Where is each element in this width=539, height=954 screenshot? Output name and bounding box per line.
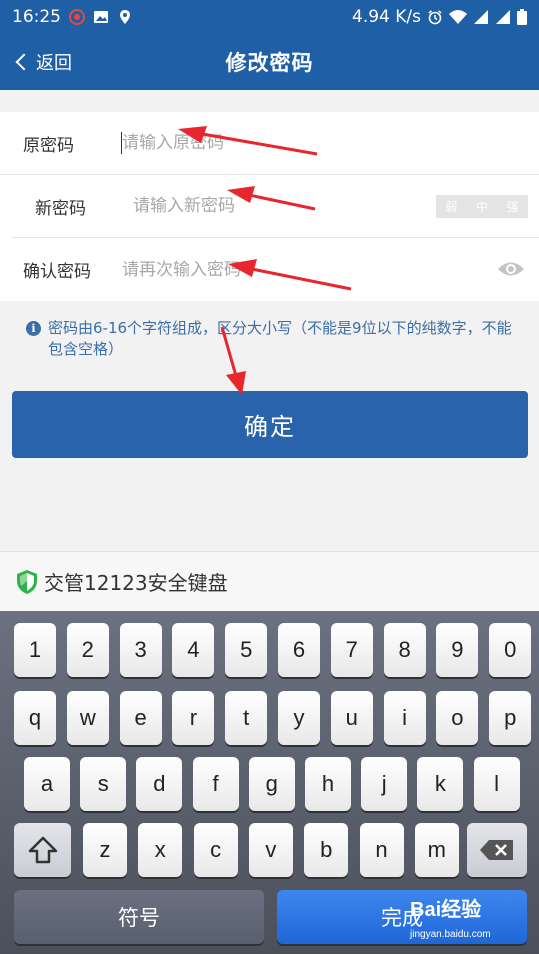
- app-notification-icon: [69, 9, 85, 25]
- info-icon: i: [26, 321, 41, 336]
- key-b[interactable]: b: [304, 823, 349, 877]
- key-m[interactable]: m: [414, 823, 459, 877]
- backspace-icon: [480, 840, 513, 860]
- key-u[interactable]: u: [330, 691, 373, 745]
- keyboard-title: 交管12123安全键盘: [44, 571, 228, 595]
- key-q[interactable]: q: [14, 691, 56, 745]
- keyboard-header: 交管12123安全键盘: [0, 551, 539, 611]
- image-icon: [94, 11, 108, 23]
- key-3[interactable]: 3: [119, 623, 162, 677]
- key-v[interactable]: v: [248, 823, 293, 877]
- backspace-key[interactable]: [467, 823, 527, 877]
- key-x[interactable]: x: [138, 823, 183, 877]
- key-s[interactable]: s: [80, 757, 127, 811]
- key-4[interactable]: 4: [172, 623, 215, 677]
- confirm-password-label: 确认密码: [23, 262, 91, 282]
- shield-icon: [17, 569, 37, 594]
- text-cursor: [121, 132, 122, 154]
- battery-icon: [517, 9, 527, 25]
- key-p[interactable]: p: [489, 691, 532, 745]
- key-1[interactable]: 1: [14, 623, 56, 677]
- key-j[interactable]: j: [361, 757, 408, 811]
- key-7[interactable]: 7: [330, 623, 373, 677]
- strength-weak: 弱: [445, 200, 458, 214]
- signal-icon: [474, 10, 488, 24]
- annotation-arrow-4: [220, 326, 246, 395]
- key-a[interactable]: a: [24, 757, 70, 811]
- annotation-arrow-2: [227, 186, 316, 211]
- key-h[interactable]: h: [305, 757, 351, 811]
- key-2[interactable]: 2: [66, 623, 109, 677]
- key-w[interactable]: w: [66, 691, 109, 745]
- secure-keyboard: 符号 完成 1234567890 qwertyuiop asdfghjkl zxcvb…: [0, 611, 539, 954]
- key-f[interactable]: f: [192, 757, 239, 811]
- key-0[interactable]: 0: [489, 623, 532, 677]
- key-o[interactable]: o: [436, 691, 479, 745]
- page-title: 修改密码: [225, 51, 314, 75]
- password-hint-text: 密码由6-16个字符组成，区分大小写（不能是9位以下的纯数字，不能包含空格）: [48, 319, 512, 358]
- nav-bar: 返回 修改密码: [0, 34, 539, 90]
- key-9[interactable]: 9: [436, 623, 479, 677]
- eye-icon[interactable]: [497, 258, 525, 280]
- status-net-speed: 4.94 K/s: [352, 7, 421, 27]
- strength-medium: 中: [475, 200, 488, 214]
- shift-key[interactable]: [14, 823, 71, 877]
- done-key[interactable]: 完成: [277, 890, 527, 944]
- strength-strong: 强: [506, 200, 519, 214]
- key-6[interactable]: 6: [278, 623, 320, 677]
- password-hint: i 密码由6-16个字符组成，区分大小写（不能是9位以下的纯数字，不能包含空格）: [26, 318, 516, 360]
- password-strength-meter: 弱 中 强: [436, 195, 528, 218]
- key-g[interactable]: g: [248, 757, 295, 811]
- new-password-label: 新密码: [35, 198, 86, 219]
- confirm-button[interactable]: 确定: [12, 391, 528, 458]
- key-k[interactable]: k: [417, 757, 464, 811]
- key-t[interactable]: t: [225, 691, 268, 745]
- key-n[interactable]: n: [359, 823, 404, 877]
- key-l[interactable]: l: [473, 757, 520, 811]
- key-y[interactable]: y: [278, 691, 320, 745]
- symbol-key[interactable]: 符号: [14, 890, 264, 944]
- shift-arrow-icon: [28, 836, 57, 864]
- location-icon: [120, 10, 130, 24]
- signal-icon-2: [496, 10, 510, 24]
- done-key-label: 完成: [381, 906, 423, 930]
- key-8[interactable]: 8: [383, 623, 426, 677]
- alarm-icon: [428, 10, 442, 25]
- key-z[interactable]: z: [83, 823, 127, 877]
- annotation-arrow-1: [178, 126, 318, 156]
- key-d[interactable]: d: [136, 757, 183, 811]
- key-e[interactable]: e: [119, 691, 162, 745]
- wifi-icon: [449, 10, 467, 24]
- status-time: 16:25: [12, 7, 61, 27]
- old-password-label: 原密码: [23, 135, 74, 156]
- key-r[interactable]: r: [172, 691, 215, 745]
- symbol-key-label: 符号: [118, 906, 160, 930]
- key-i[interactable]: i: [383, 691, 426, 745]
- key-c[interactable]: c: [193, 823, 238, 877]
- annotation-arrow-3: [228, 259, 352, 291]
- key-5[interactable]: 5: [225, 623, 268, 677]
- status-bar: 16:25 4.94 K/s: [0, 0, 539, 34]
